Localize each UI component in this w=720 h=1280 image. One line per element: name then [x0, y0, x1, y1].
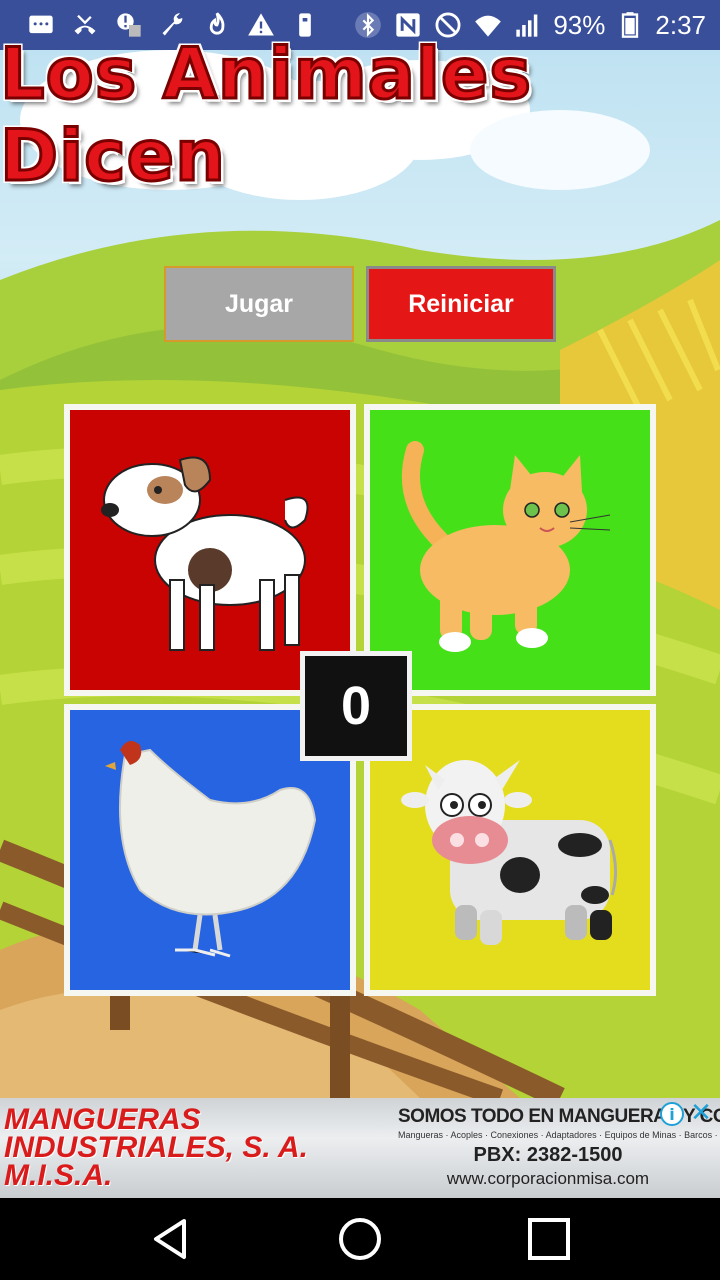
- dog-icon: [101, 456, 309, 651]
- ad-banner[interactable]: MANGUERAS INDUSTRIALES, S. A. M.I.S.A. S…: [0, 1098, 720, 1198]
- cow-icon: [401, 760, 617, 945]
- ad-phone: PBX: 2382-1500: [473, 1144, 623, 1166]
- ad-info-icon[interactable]: i: [660, 1102, 684, 1126]
- navigation-bar: [0, 1198, 720, 1280]
- ad-details: SOMOS TODO EN MANGUERAS Y CONE Mangueras…: [398, 1106, 720, 1189]
- app-title: Los Animales Dicen: [0, 32, 533, 199]
- home-icon[interactable]: [335, 1214, 385, 1264]
- play-button[interactable]: Jugar: [164, 266, 354, 342]
- back-icon[interactable]: [146, 1214, 196, 1264]
- ad-url: www.corporacionmisa.com: [446, 1169, 650, 1188]
- ad-headline: SOMOS TODO EN MANGUERAS Y CONE: [398, 1106, 720, 1127]
- ad-close-icon[interactable]: ✕: [688, 1098, 714, 1128]
- ad-advertiser-name: MANGUERAS INDUSTRIALES, S. A. M.I.S.A.: [4, 1103, 308, 1192]
- score-counter: 0: [300, 651, 412, 761]
- reset-button[interactable]: Reiniciar: [366, 266, 556, 342]
- cat-icon: [401, 441, 611, 652]
- recents-icon[interactable]: [524, 1214, 574, 1264]
- ad-subline: Mangueras · Acoples · Conexiones · Adapt…: [398, 1130, 720, 1140]
